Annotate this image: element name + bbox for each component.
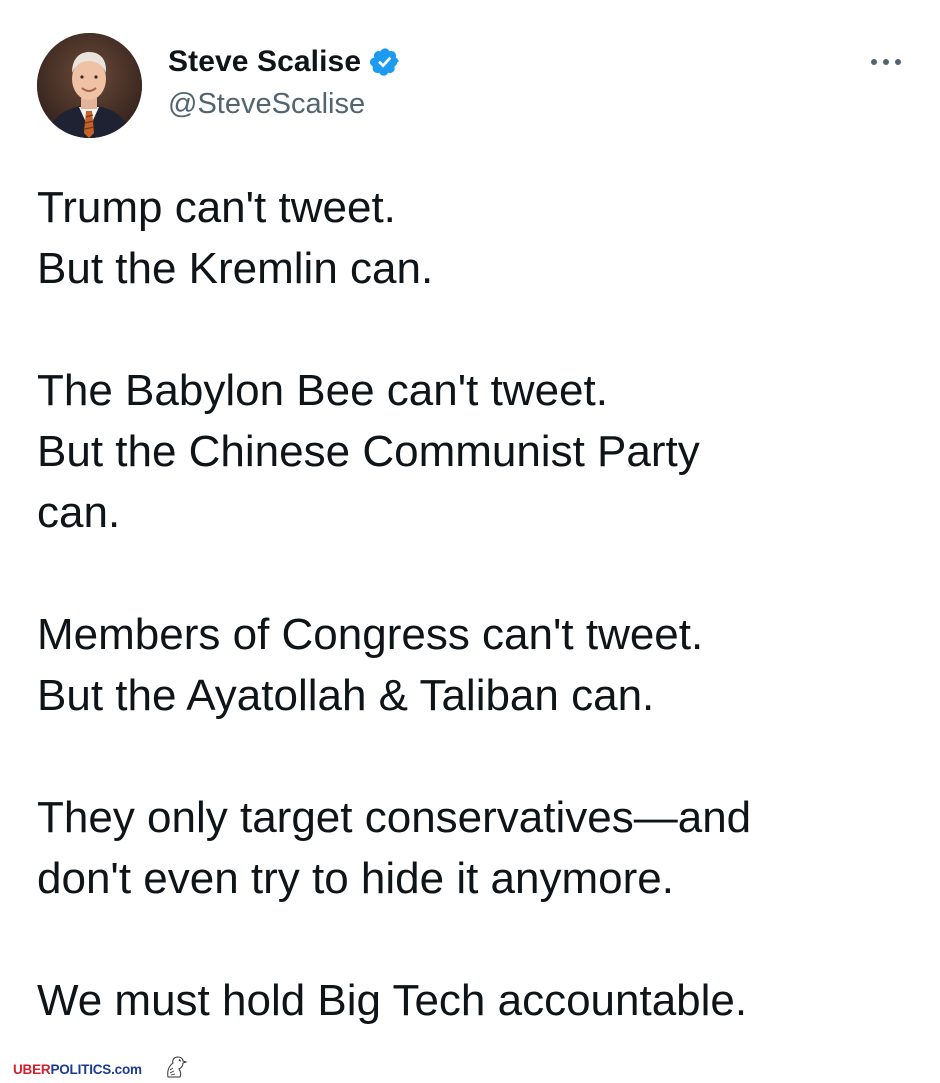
author-display-name[interactable]: Steve Scalise <box>168 45 361 79</box>
more-options-button[interactable] <box>862 46 910 78</box>
tweet-line: They only target conservatives—and <box>37 793 752 842</box>
tweet-line: But the Kremlin can. <box>37 244 434 293</box>
author-handle[interactable]: @SteveScalise <box>168 88 365 121</box>
tweet-paragraph: Trump can't tweet. But the Kremlin can. <box>37 177 917 299</box>
tweet-line: can. <box>37 488 121 537</box>
verified-badge-icon <box>369 46 401 78</box>
tweet-paragraph: The Babylon Bee can't tweet. But the Chi… <box>37 360 917 543</box>
tweet-text: Trump can't tweet. But the Kremlin can. … <box>37 177 917 1031</box>
avatar-photo <box>37 33 142 138</box>
author-avatar[interactable] <box>37 33 142 138</box>
tweet-line: Trump can't tweet. <box>37 183 396 232</box>
watermark-domain: .com <box>111 1061 142 1077</box>
watermark-uber: UBER <box>13 1061 51 1077</box>
tweet-line: don't even try to hide it anymore. <box>37 854 674 903</box>
tweet-line: We must hold Big Tech accountable. <box>37 976 748 1025</box>
watermark-text: UBERPOLITICS.com <box>13 1062 142 1077</box>
author-name-row: Steve Scalise <box>168 44 401 80</box>
eagle-icon <box>162 1055 188 1079</box>
tweet-paragraph: Members of Congress can't tweet. But the… <box>37 604 917 726</box>
tweet-line: The Babylon Bee can't tweet. <box>37 366 608 415</box>
tweet-line: But the Chinese Communist Party <box>37 427 700 476</box>
tweet-paragraph: They only target conservatives—and don't… <box>37 787 917 909</box>
tweet-line: Members of Congress can't tweet. <box>37 610 704 659</box>
tweet-paragraph: We must hold Big Tech accountable. <box>37 970 917 1031</box>
tweet-card: Steve Scalise @SteveScalise Trump can't … <box>0 0 940 1083</box>
watermark-politics: POLITICS <box>50 1061 112 1077</box>
tweet-line: But the Ayatollah & Taliban can. <box>37 671 655 720</box>
site-watermark: UBERPOLITICS.com <box>13 1056 188 1079</box>
more-horizontal-icon <box>871 59 901 65</box>
